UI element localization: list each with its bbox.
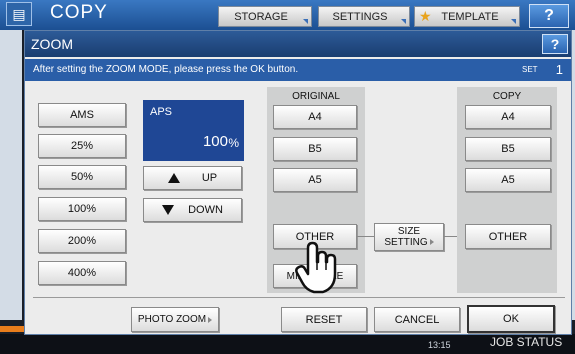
original-a5-button[interactable]: A5 bbox=[273, 168, 357, 192]
message-bar: After setting the ZOOM MODE, please pres… bbox=[25, 59, 571, 81]
tab-settings-label: SETTINGS bbox=[332, 10, 388, 23]
size-setting-line2: SETTING bbox=[384, 237, 434, 248]
down-label: DOWN bbox=[188, 204, 223, 216]
original-b5-button[interactable]: B5 bbox=[273, 137, 357, 161]
zoom-200-button[interactable]: 200% bbox=[38, 229, 126, 253]
size-setting-line2-text: SETTING bbox=[384, 237, 428, 248]
small-arrow-icon bbox=[208, 316, 213, 323]
clock: 13:15 bbox=[428, 340, 451, 350]
dialog-help-button[interactable]: ? bbox=[542, 34, 568, 54]
triangle-down-icon bbox=[162, 205, 175, 215]
tab-arrow-icon bbox=[401, 19, 406, 24]
zoom-400-button[interactable]: 400% bbox=[38, 261, 126, 285]
original-label: ORIGINAL bbox=[292, 91, 340, 102]
tab-settings[interactable]: SETTINGS bbox=[318, 6, 410, 27]
original-a4-button[interactable]: A4 bbox=[273, 105, 357, 129]
app-title: COPY bbox=[50, 2, 108, 23]
hand-pointer-icon bbox=[295, 241, 337, 294]
tab-storage[interactable]: STORAGE bbox=[218, 6, 312, 27]
tab-storage-label: STORAGE bbox=[234, 10, 288, 23]
copy-a5-button[interactable]: A5 bbox=[465, 168, 551, 192]
background-accent bbox=[0, 326, 26, 332]
copy-other-button[interactable]: OTHER bbox=[465, 224, 551, 249]
zoom-unit: % bbox=[228, 136, 239, 150]
ams-button[interactable]: AMS bbox=[38, 103, 126, 127]
zoom-display: APS 100 % bbox=[143, 100, 244, 161]
tab-arrow-icon bbox=[511, 19, 516, 24]
reset-button[interactable]: RESET bbox=[281, 307, 367, 332]
connector-line bbox=[357, 236, 375, 237]
top-bar: ▤ COPY STORAGE SETTINGS ★ TEMPLATE ? bbox=[0, 0, 575, 30]
zoom-up-button[interactable]: UP bbox=[143, 166, 242, 190]
aps-label: APS bbox=[150, 106, 173, 118]
photo-zoom-button[interactable]: PHOTO ZOOM bbox=[131, 307, 219, 332]
job-status-button[interactable]: JOB STATUS bbox=[484, 335, 574, 354]
copy-a4-button[interactable]: A4 bbox=[465, 105, 551, 129]
zoom-down-button[interactable]: DOWN bbox=[143, 198, 242, 222]
size-setting-button[interactable]: SIZE SETTING bbox=[374, 223, 444, 251]
size-setting-line1: SIZE bbox=[397, 226, 421, 237]
copy-b5-button[interactable]: B5 bbox=[465, 137, 551, 161]
set-label: SET bbox=[522, 65, 538, 74]
zoom-25-button[interactable]: 25% bbox=[38, 134, 126, 158]
up-label: UP bbox=[201, 172, 218, 184]
zoom-value: 100 bbox=[202, 133, 228, 150]
help-button[interactable]: ? bbox=[529, 4, 569, 28]
dialog-title: ZOOM bbox=[31, 36, 73, 52]
cancel-button[interactable]: CANCEL bbox=[374, 307, 460, 332]
star-icon: ★ bbox=[419, 8, 432, 24]
triangle-up-icon bbox=[167, 173, 180, 183]
dialog-header: ZOOM bbox=[25, 31, 571, 57]
small-arrow-icon bbox=[429, 239, 434, 245]
photo-zoom-label: PHOTO ZOOM bbox=[137, 314, 207, 325]
ok-button[interactable]: OK bbox=[467, 305, 555, 333]
tab-arrow-icon bbox=[303, 19, 308, 24]
divider bbox=[33, 297, 565, 298]
tab-template[interactable]: ★ TEMPLATE bbox=[414, 6, 520, 27]
background-panel bbox=[0, 30, 22, 320]
copy-label: COPY bbox=[492, 91, 522, 102]
instruction-text: After setting the ZOOM MODE, please pres… bbox=[33, 64, 299, 75]
zoom-50-button[interactable]: 50% bbox=[38, 165, 126, 189]
copy-mode-icon: ▤ bbox=[6, 2, 32, 26]
zoom-100-button[interactable]: 100% bbox=[38, 197, 126, 221]
set-count: 1 bbox=[555, 62, 563, 77]
tab-template-label: TEMPLATE bbox=[441, 10, 499, 23]
